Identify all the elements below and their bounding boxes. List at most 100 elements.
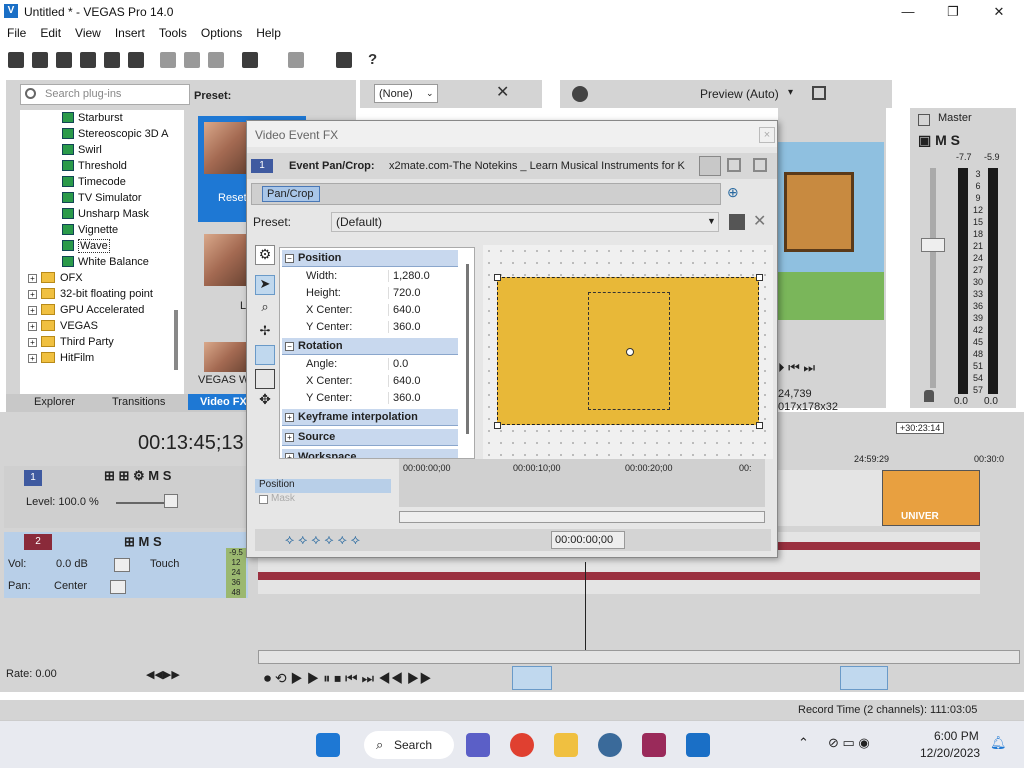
expand-icon[interactable]: +: [28, 338, 37, 347]
tab-transitions[interactable]: Transitions: [112, 396, 165, 408]
plugin-scrollbar[interactable]: [174, 310, 178, 370]
prop-value[interactable]: 1,280.0: [388, 270, 458, 282]
kf-row-mask[interactable]: Mask: [255, 493, 391, 505]
copy-icon[interactable]: [184, 52, 200, 68]
clock-time[interactable]: 6:00 PM: [934, 729, 979, 743]
preset-dropdown[interactable]: (Default): [331, 212, 719, 232]
gear-icon[interactable]: [572, 86, 588, 102]
plugin-folder[interactable]: + OFX: [28, 270, 83, 286]
lock-icon[interactable]: [924, 390, 934, 402]
master-fader[interactable]: [921, 238, 945, 252]
corner-handle[interactable]: [494, 422, 501, 429]
save-as-icon[interactable]: [80, 52, 96, 68]
prop-value[interactable]: 360.0: [388, 392, 458, 404]
taskbar-search[interactable]: ⌕ Search: [364, 731, 454, 759]
plugin-item[interactable]: Threshold: [62, 158, 127, 174]
list-view-icon[interactable]: [699, 156, 721, 176]
track-buttons[interactable]: ⊞ ⊞ ⚙ M S: [104, 468, 171, 484]
plugin-folder[interactable]: + VEGAS: [28, 318, 98, 334]
prop-value[interactable]: 0.0: [388, 358, 458, 370]
menu-view[interactable]: View: [68, 24, 108, 42]
render-icon[interactable]: [104, 52, 120, 68]
menu-file[interactable]: File: [0, 24, 33, 42]
plugin-item[interactable]: Vignette: [62, 222, 118, 238]
plugin-folder[interactable]: + GPU Accelerated: [28, 302, 144, 318]
prop-y-center[interactable]: Y Center: 360.0: [282, 319, 458, 336]
close-icon[interactable]: ✕: [496, 82, 509, 102]
prop-rot-y-center[interactable]: Y Center: 360.0: [282, 390, 458, 407]
paste-icon[interactable]: [208, 52, 224, 68]
properties-gear-icon[interactable]: [128, 52, 144, 68]
clock-date[interactable]: 12/20/2023: [920, 746, 980, 760]
expand-icon[interactable]: +: [28, 354, 37, 363]
minimize-icon[interactable]: —: [893, 2, 923, 22]
keyframe-nav-icons[interactable]: ⟡ ⟡ ⟡ ⟡ ⟡ ⟡: [285, 531, 360, 548]
master-fx-icon[interactable]: [918, 114, 930, 126]
menu-tools[interactable]: Tools: [152, 24, 194, 42]
plugin-item[interactable]: Unsharp Mask: [62, 206, 149, 222]
close-icon[interactable]: ×: [759, 127, 775, 143]
collapse-icon[interactable]: −: [285, 254, 294, 263]
plugin-folder[interactable]: +32-bit floating point: [28, 286, 153, 302]
prop-x-center[interactable]: X Center: 640.0: [282, 302, 458, 319]
section-position[interactable]: − Position: [282, 250, 458, 267]
pan-crop-canvas[interactable]: [483, 245, 773, 459]
expand-icon[interactable]: +: [28, 274, 37, 283]
expand-icon[interactable]: +: [285, 413, 294, 422]
corner-handle[interactable]: [756, 422, 763, 429]
expand-icon[interactable]: +: [28, 306, 37, 315]
cut-icon[interactable]: [160, 52, 176, 68]
winrar-icon[interactable]: [642, 733, 666, 757]
open-icon[interactable]: [32, 52, 48, 68]
level-slider[interactable]: [164, 494, 178, 508]
expand-icon[interactable]: +: [28, 290, 37, 299]
plugin-item-selected[interactable]: Wave: [62, 238, 110, 254]
crop-frame[interactable]: [494, 274, 763, 429]
menu-help[interactable]: Help: [249, 24, 288, 42]
corner-handle[interactable]: [756, 274, 763, 281]
media-fx-icon[interactable]: [336, 52, 352, 68]
plugin-item[interactable]: Starburst: [62, 110, 123, 126]
zoom-icon[interactable]: ⌕: [255, 299, 275, 319]
prop-width[interactable]: Width: 1,280.0: [282, 268, 458, 285]
kf-time-display[interactable]: 00:00:00;00: [551, 531, 625, 549]
section-keyframe-interpolation[interactable]: + Keyframe interpolation: [282, 409, 458, 426]
track-buttons[interactable]: ⊞ M S: [124, 534, 162, 550]
menu-options[interactable]: Options: [194, 24, 249, 42]
kf-timeline[interactable]: 00:00:00;00 00:00:10;00 00:00:20;00 00:: [399, 459, 765, 507]
region-marker[interactable]: +30:23:14: [896, 422, 945, 434]
collapse-icon[interactable]: −: [285, 342, 294, 351]
tray-chevron-icon[interactable]: ⌃: [798, 735, 809, 751]
meet-icon[interactable]: [466, 733, 490, 757]
windows-start-icon[interactable]: [316, 733, 340, 757]
section-workspace[interactable]: + Workspace: [282, 449, 458, 458]
notification-bell-icon[interactable]: 🔔︎: [990, 735, 1007, 751]
center-handle[interactable]: [626, 348, 634, 356]
prop-value[interactable]: 640.0: [388, 375, 458, 387]
prop-value[interactable]: 720.0: [388, 287, 458, 299]
corner-handle[interactable]: [494, 274, 501, 281]
gear-icon[interactable]: ⚙: [255, 245, 275, 265]
settings-gear-icon[interactable]: [598, 733, 622, 757]
plugin-item[interactable]: TV Simulator: [62, 190, 142, 206]
prop-value[interactable]: 360.0: [388, 321, 458, 333]
pointer-tool-icon[interactable]: ➤: [255, 275, 275, 295]
maximize-icon[interactable]: ❐: [938, 2, 968, 22]
automation-mode[interactable]: Touch: [150, 558, 179, 570]
timeline-scrollbar[interactable]: [258, 650, 1020, 664]
playback-controls-mini[interactable]: ⏵ ⏮ ⏭: [778, 360, 815, 376]
plugin-item[interactable]: Swirl: [62, 142, 102, 158]
save-preset-icon[interactable]: [729, 214, 745, 230]
prop-angle[interactable]: Angle: 0.0: [282, 356, 458, 373]
expand-icon[interactable]: +: [28, 322, 37, 331]
close-icon[interactable]: ✕: [984, 2, 1014, 22]
grid-small-icon[interactable]: [753, 158, 767, 172]
master-buttons[interactable]: ▣ M S: [918, 132, 1008, 149]
move-freely-icon[interactable]: ✥: [255, 391, 275, 411]
save-icon[interactable]: [56, 52, 72, 68]
prop-height[interactable]: Height: 720.0: [282, 285, 458, 302]
prop-value[interactable]: 640.0: [388, 304, 458, 316]
menu-insert[interactable]: Insert: [108, 24, 152, 42]
plugin-folder[interactable]: + HitFilm: [28, 350, 94, 366]
plugin-item[interactable]: Timecode: [62, 174, 126, 190]
